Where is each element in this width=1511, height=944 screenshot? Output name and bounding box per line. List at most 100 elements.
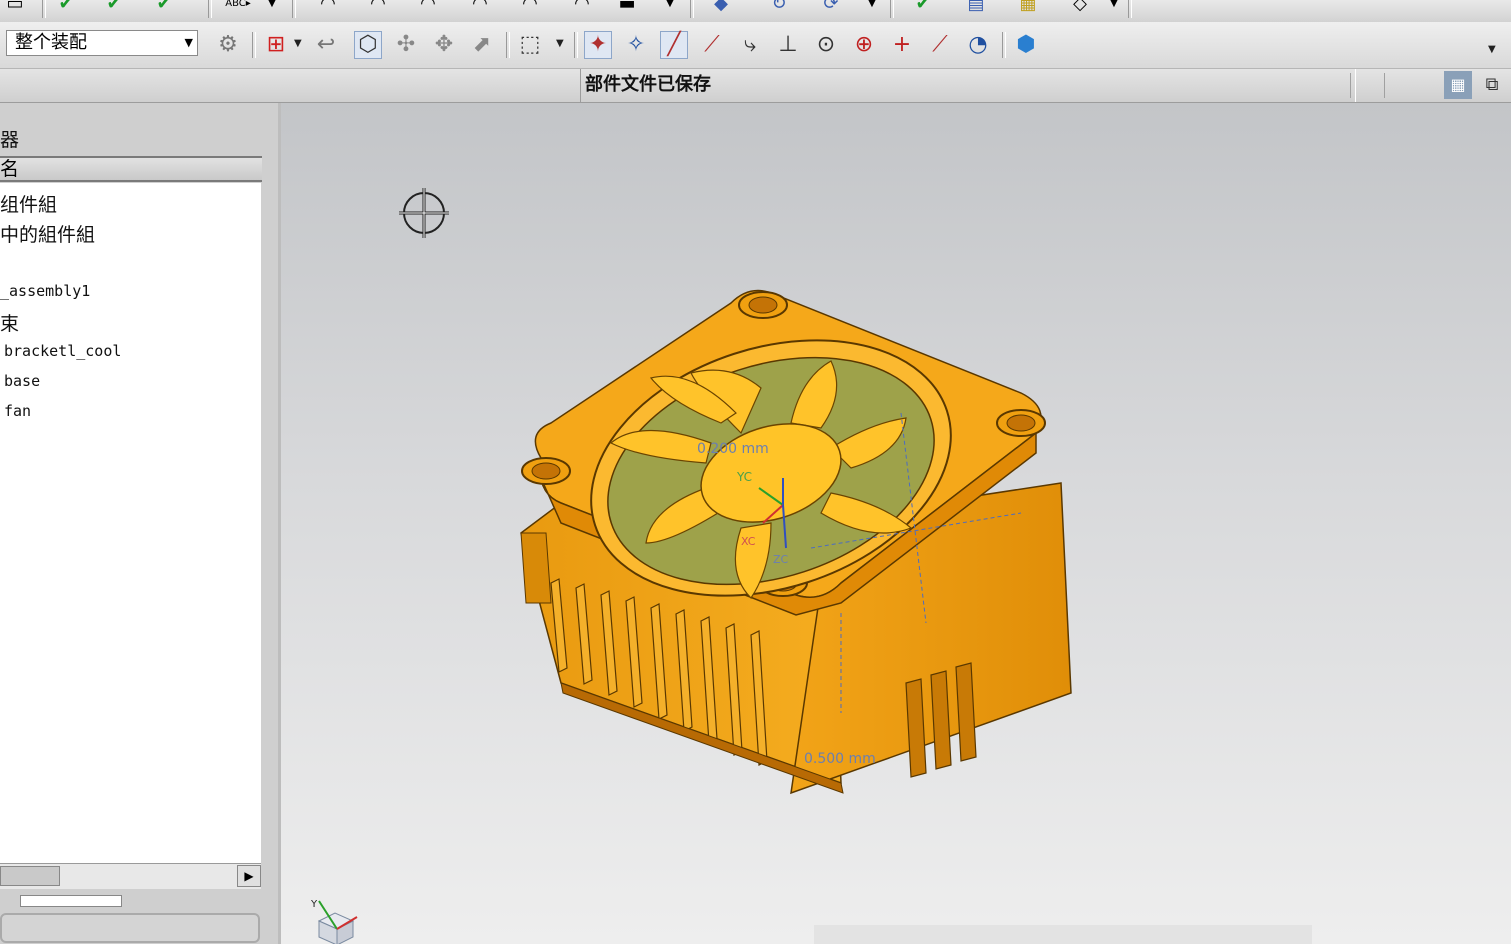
multi-point-icon[interactable]: ✥ — [430, 31, 458, 59]
tree-node[interactable]: fan — [4, 402, 31, 420]
axis-label-xc: XC — [741, 535, 756, 548]
tree-node[interactable]: 组件組 — [0, 190, 57, 217]
part-icon[interactable]: ▭ — [0, 0, 30, 14]
preview-panel-toggle[interactable] — [0, 913, 260, 943]
check-icon[interactable]: ✔ — [52, 0, 80, 14]
navigator-tree: 组件組 中的組件組 _assembly1 束 bracketl_cool bas… — [0, 183, 261, 863]
solid-body-icon[interactable]: ⬢ — [1012, 31, 1040, 59]
view-icon[interactable]: ◠ — [410, 0, 446, 14]
viewport-bottom-strip — [814, 925, 1312, 944]
sync-icon[interactable]: ↻ — [764, 0, 794, 14]
toolbar-separator — [574, 32, 578, 58]
snap-control-icon[interactable]: ✧ — [622, 31, 650, 59]
toolbar-separator — [292, 0, 296, 18]
snap-perpendicular-icon[interactable]: ⊥ — [774, 31, 802, 59]
snap-center-icon[interactable]: ⊙ — [812, 31, 840, 59]
snap-midpoint-icon[interactable]: ⟋ — [698, 31, 726, 59]
tree-node-label: 中的組件組 — [0, 224, 96, 246]
restore-window-icon[interactable]: ⧉ — [1478, 71, 1506, 99]
chevron-down-icon[interactable]: ▼ — [185, 31, 193, 55]
tree-node-label: base — [4, 372, 41, 390]
selection-scope-dropdown[interactable]: 整个装配 ▼ — [6, 30, 198, 56]
chevron-down-icon[interactable]: ▼ — [864, 0, 880, 14]
tree-node[interactable]: 束 — [0, 309, 19, 336]
measure-icon[interactable]: ▦ — [1008, 0, 1048, 14]
chevron-down-icon[interactable]: ▼ — [264, 0, 280, 14]
tree-node[interactable]: base — [4, 372, 40, 390]
tree-node-label: 束 — [0, 313, 20, 335]
add-select-icon[interactable]: ⊞ — [262, 31, 290, 59]
check-icon[interactable]: ✔ — [908, 0, 938, 14]
chevron-down-icon[interactable]: ▼ — [556, 38, 564, 49]
scrollbar-thumb[interactable] — [0, 866, 60, 886]
status-message: 部件文件已保存 — [580, 69, 1356, 102]
snap-face-icon[interactable]: ◔ — [964, 31, 992, 59]
axis-label-yc: YC — [736, 470, 752, 484]
view-triad: Y — [310, 899, 358, 944]
edit-icon[interactable]: ⟳ — [816, 0, 846, 14]
render-icon[interactable]: ▬ — [612, 0, 642, 14]
view-icon[interactable]: ◠ — [310, 0, 346, 14]
toolbar-separator — [690, 0, 694, 18]
snap-on-curve-icon[interactable]: ⟋ — [926, 31, 954, 59]
triad-label-y: Y — [310, 899, 318, 910]
status-cell — [1384, 73, 1441, 98]
navigator-title: 器 — [0, 129, 20, 151]
view-icon[interactable]: ◠ — [462, 0, 498, 14]
toolbar-separator — [42, 0, 46, 18]
check-icon[interactable]: ✔ — [150, 0, 178, 14]
dimension-label-top: 0.200 mm — [697, 441, 769, 457]
chevron-down-icon[interactable]: ▼ — [1106, 0, 1122, 14]
tree-node-label: fan — [4, 402, 32, 420]
toolbar-separator — [1128, 0, 1132, 18]
layout-icon[interactable]: ▤ — [956, 0, 996, 14]
toolbar-separator — [208, 0, 212, 18]
tree-node-label: 组件組 — [0, 194, 58, 216]
select-face-icon[interactable]: ⬡ — [354, 31, 382, 59]
assembly-navigator: 器 名 组件組 中的組件組 _assembly1 束 bracketl_cool… — [0, 103, 281, 944]
snap-quadrant-icon[interactable]: ⊕ — [850, 31, 878, 59]
crosshair-cursor-icon — [399, 188, 449, 238]
feature-point-icon[interactable]: ✣ — [392, 31, 420, 59]
snap-endpoint-icon[interactable]: ✦ — [584, 31, 612, 59]
body-select-icon[interactable]: ⬈ — [468, 31, 496, 59]
column-header-label: 名 — [0, 158, 20, 180]
check-icon[interactable]: ✔ — [100, 0, 128, 14]
tree-node[interactable]: bracketl_cool — [4, 342, 121, 360]
status-bar: 部件文件已保存 ▦ ⧉ — [0, 69, 1511, 103]
layer-icon[interactable]: ◆ — [706, 0, 736, 14]
view-icon[interactable]: ◠ — [360, 0, 396, 14]
top-toolbar: ▭ ✔ ✔ ✔ ABC▸ ▼ ◠ ◠ ◠ ◠ ◠ ◠ ▬ ▼ ◆ ↻ ⟳ ▼ ✔… — [0, 0, 1511, 23]
column-header-name[interactable]: 名 — [0, 156, 262, 182]
selection-toolbar: 整个装配 ▼ ⚙ ⊞ ▼ ↩ ⬡ ✣ ✥ ⬈ ⬚ ▼ ✦ ✧ ╱ ⟋ ⤷ ⊥ ⊙… — [0, 22, 1511, 69]
snap-curve-icon[interactable]: ⤷ — [736, 31, 764, 59]
box-view-icon[interactable]: ◇ — [1060, 0, 1100, 14]
view-icon[interactable]: ◠ — [512, 0, 548, 14]
tree-node[interactable]: 中的組件組 — [0, 220, 95, 247]
toolbar-separator — [1002, 32, 1006, 58]
box-select-icon[interactable]: ⬚ — [516, 31, 544, 59]
undo-select-icon[interactable]: ↩ — [312, 31, 340, 59]
chevron-down-icon[interactable]: ▼ — [1488, 44, 1496, 55]
abc-text-icon[interactable]: ABC▸ — [218, 0, 258, 14]
axis-label-zc: ZC — [773, 553, 789, 566]
tree-node-label: _assembly1 — [0, 282, 91, 300]
fan-assembly-model[interactable]: 0.200 mm 0.500 mm YC XC ZC — [501, 283, 1101, 803]
snap-point-icon[interactable]: + — [888, 31, 916, 59]
view-icon[interactable]: ◠ — [564, 0, 600, 14]
chevron-down-icon[interactable]: ▼ — [294, 38, 302, 49]
graphics-window[interactable]: 0.200 mm 0.500 mm YC XC ZC Y — [281, 103, 1511, 944]
filter-icon[interactable]: ⚙ — [214, 31, 242, 59]
horizontal-scrollbar[interactable]: ▶ — [0, 863, 261, 889]
snap-line-icon[interactable]: ╱ — [660, 31, 688, 59]
full-screen-icon[interactable]: ▦ — [1444, 71, 1472, 99]
scroll-right-icon[interactable]: ▶ — [237, 865, 261, 887]
dimension-label-bottom: 0.500 mm — [804, 751, 876, 767]
chevron-down-icon[interactable]: ▼ — [662, 0, 678, 14]
status-cell — [1350, 73, 1383, 98]
selection-scope-value: 整个装配 — [15, 32, 87, 53]
toolbar-separator — [252, 32, 256, 58]
toolbar-separator — [890, 0, 894, 18]
panel-splitter[interactable] — [20, 895, 122, 907]
tree-node[interactable]: _assembly1 — [0, 282, 90, 300]
